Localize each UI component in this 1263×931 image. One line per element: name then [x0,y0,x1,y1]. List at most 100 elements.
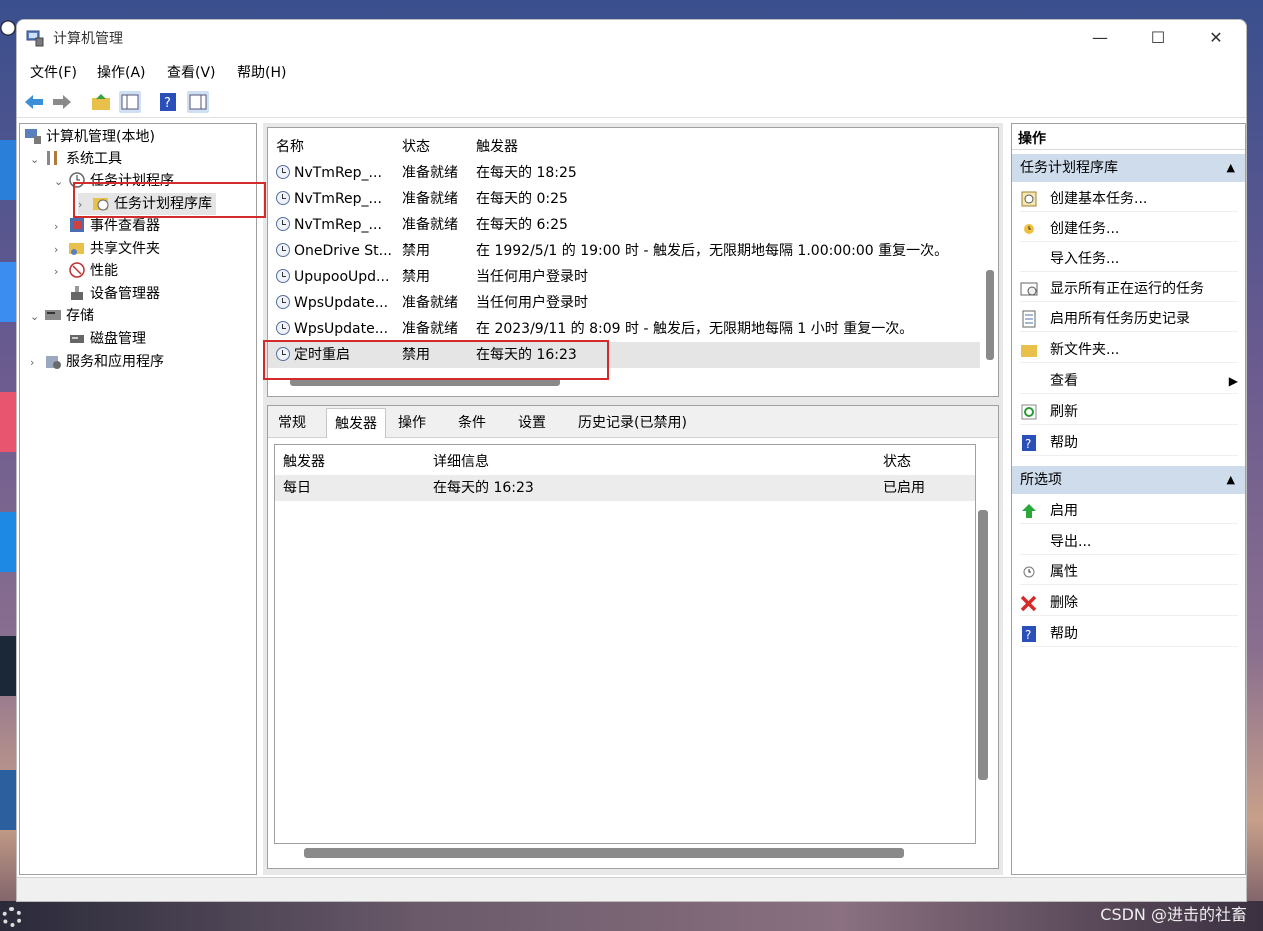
menu-action[interactable]: 操作(A) [97,62,146,82]
performance-icon [69,262,85,278]
action-export[interactable]: 导出... [1020,529,1238,555]
tree-label: 磁盘管理 [90,331,146,347]
task-name: NvTmRep_... [294,165,382,181]
menu-help[interactable]: 帮助(H) [237,62,286,82]
task-clock-icon [276,191,290,205]
tab-history[interactable]: 历史记录(已禁用) [570,408,695,438]
task-trigger: 在每天的 18:25 [476,165,577,181]
column-header-trigger[interactable]: 触发器 [283,451,325,471]
column-header-trigger[interactable]: 触发器 [476,136,518,156]
action-label: 刷新 [1050,404,1078,420]
task-row[interactable]: NvTmRep_... 准备就绪 在每天的 0:25 [268,186,980,212]
menu-file[interactable]: 文件(F) [30,62,77,82]
chevron-right-icon[interactable]: › [54,261,68,283]
task-status: 禁用 [402,243,430,259]
trigger-row[interactable]: 每日 在每天的 16:23 已启用 [275,475,975,501]
running-tasks-icon [1020,282,1038,296]
computer-icon [25,129,41,144]
action-import-task[interactable]: 导入任务... [1020,246,1238,272]
horizontal-scrollbar[interactable] [304,848,904,858]
tree-item-task-scheduler[interactable]: ⌄ 任务计划程序 [54,170,174,192]
chevron-down-icon[interactable]: ⌄ [30,149,44,171]
tree-item-computer-management[interactable]: 计算机管理(本地) [24,126,155,148]
svg-text:?: ? [1025,437,1031,451]
tab-actions[interactable]: 操作 [390,408,434,438]
trigger-details: 在每天的 16:23 [433,480,534,496]
close-button[interactable]: ✕ [1187,20,1245,56]
gear-icon[interactable] [2,907,22,927]
show-tree-icon[interactable] [119,91,141,113]
tab-settings[interactable]: 设置 [510,408,554,438]
column-header-details[interactable]: 详细信息 [433,451,489,471]
task-row[interactable]: NvTmRep_... 准备就绪 在每天的 18:25 [268,160,980,186]
action-enable[interactable]: 启用 [1020,498,1238,524]
show-action-pane-icon[interactable] [187,91,209,113]
action-help-selected[interactable]: ? 帮助 [1020,621,1238,647]
tree-item-performance[interactable]: › 性能 [54,260,118,282]
task-trigger: 当任何用户登录时 [476,295,588,311]
tree-item-services[interactable]: › 服务和应用程序 [30,351,164,373]
tab-conditions[interactable]: 条件 [450,408,494,438]
maximize-button[interactable]: ☐ [1129,20,1187,56]
task-row[interactable]: WpsUpdate... 准备就绪 在 2023/9/11 的 8:09 时 -… [268,316,980,342]
action-create-task[interactable]: 创建任务... [1020,216,1238,242]
menu-view[interactable]: 查看(V) [167,62,216,82]
chevron-down-icon[interactable]: ⌄ [54,171,68,193]
up-folder-icon[interactable] [90,91,112,113]
action-delete[interactable]: 删除 [1020,590,1238,616]
refresh-icon [1021,404,1037,420]
tools-icon [47,151,57,165]
tree-item-event-viewer[interactable]: › 事件查看器 [54,215,160,237]
tree-item-system-tools[interactable]: ⌄ 系统工具 [30,148,122,170]
horizontal-scrollbar[interactable] [290,378,560,386]
clock-icon [69,172,85,188]
help-icon[interactable]: ? [157,91,179,113]
chevron-right-icon[interactable]: › [54,239,68,261]
tab-triggers[interactable]: 触发器 [326,408,386,438]
task-status: 禁用 [402,347,430,363]
tree-label: 服务和应用程序 [66,354,164,370]
help-icon: ? [1022,435,1036,451]
task-row-selected[interactable]: 定时重启 禁用 在每天的 16:23 [268,342,980,368]
action-show-running[interactable]: 显示所有正在运行的任务 [1020,276,1238,302]
chevron-right-icon[interactable]: › [54,216,68,238]
chevron-down-icon[interactable]: ⌄ [30,306,44,328]
column-header-status[interactable]: 状态 [402,136,430,156]
action-refresh[interactable]: 刷新 [1020,399,1238,425]
properties-clock-icon [1023,566,1035,578]
task-row[interactable]: OneDrive St... 禁用 在 1992/5/1 的 19:00 时 -… [268,238,980,264]
chevron-right-icon[interactable]: › [30,352,44,374]
tab-general[interactable]: 常规 [270,408,314,438]
tree-item-storage[interactable]: ⌄ 存储 [30,305,94,327]
vertical-scrollbar[interactable] [978,510,988,780]
collapse-triangle-icon[interactable]: ▲ [1227,466,1235,494]
task-row[interactable]: UpupooUpd... 禁用 当任何用户登录时 [268,264,980,290]
task-row[interactable]: NvTmRep_... 准备就绪 在每天的 6:25 [268,212,980,238]
collapse-triangle-icon[interactable]: ▲ [1227,154,1235,182]
section-task-library[interactable]: 任务计划程序库 ▲ [1012,154,1245,182]
forward-arrow-icon[interactable] [51,91,73,113]
column-header-status[interactable]: 状态 [883,451,911,471]
trigger-grid-header: 触发器 详细信息 状态 [275,445,975,475]
tree-item-disk-management[interactable]: 磁盘管理 [68,328,146,350]
task-row[interactable]: WpsUpdate... 准备就绪 当任何用户登录时 [268,290,980,316]
minimize-button[interactable]: — [1071,20,1129,56]
back-arrow-icon[interactable] [23,91,45,113]
action-enable-history[interactable]: 启用所有任务历史记录 [1020,306,1238,332]
tree-item-device-manager[interactable]: 设备管理器 [68,283,160,305]
tree-item-shared-folders[interactable]: › 共享文件夹 [54,238,160,260]
task-name: NvTmRep_... [294,217,382,233]
section-selected-item[interactable]: 所选项 ▲ [1012,466,1245,494]
action-create-basic-task[interactable]: 创建基本任务... [1020,186,1238,212]
action-new-folder[interactable]: 新文件夹... [1020,337,1238,363]
section-title: 任务计划程序库 [1020,160,1118,176]
title-bar[interactable]: 计算机管理 — ☐ ✕ [17,20,1246,56]
vertical-scrollbar[interactable] [986,270,994,360]
action-help[interactable]: ? 帮助 [1020,430,1238,456]
tree-item-task-library[interactable]: › 任务计划程序库 [78,193,216,215]
task-trigger: 在每天的 6:25 [476,217,568,233]
chevron-right-icon[interactable]: › [78,194,92,216]
column-header-name[interactable]: 名称 [276,136,304,156]
action-properties[interactable]: 属性 [1020,559,1238,585]
action-view[interactable]: 查看 ▶ [1020,368,1238,394]
